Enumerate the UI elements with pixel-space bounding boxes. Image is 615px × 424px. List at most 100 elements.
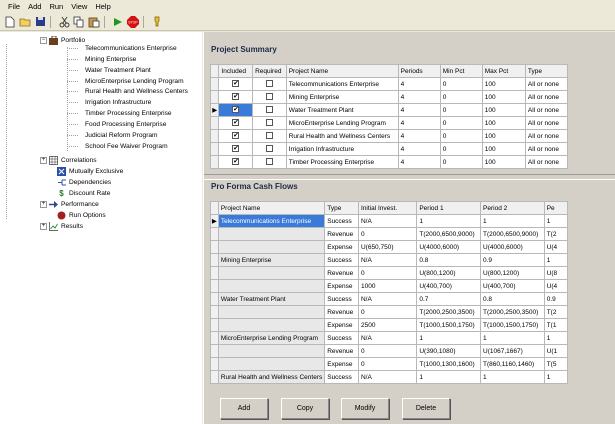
period-1-cell[interactable]: U(800,1200) — [416, 266, 482, 280]
initial-invest-cell[interactable]: 0 — [357, 266, 418, 280]
type-cell[interactable]: Expense — [324, 318, 359, 332]
project-name-cell[interactable]: Mining Enterprise — [217, 253, 326, 267]
menu-run[interactable]: Run — [45, 2, 67, 11]
copy-button[interactable]: Copy — [281, 398, 329, 419]
included-cell[interactable] — [218, 155, 254, 169]
column-header[interactable]: Initial Invest. — [357, 201, 418, 215]
type-cell[interactable]: Success — [324, 253, 359, 267]
period-1-cell[interactable]: T(1000,1500,1750) — [416, 318, 482, 332]
period-1-cell[interactable]: T(1000,1300,1600) — [416, 357, 482, 371]
row-header[interactable] — [210, 305, 219, 319]
included-checkbox[interactable] — [232, 118, 240, 127]
table-row[interactable]: Irrigation Infrastructure40100All or non… — [209, 142, 569, 156]
included-checkbox[interactable] — [232, 79, 240, 88]
add-button[interactable]: Add — [220, 398, 268, 419]
column-header[interactable]: Max Pct — [481, 64, 526, 78]
project-summary-table[interactable]: Included Required Project Name Periods M… — [209, 64, 569, 169]
required-checkbox[interactable] — [265, 145, 273, 153]
type-cell[interactable]: All or none — [524, 116, 569, 130]
period-3-cell[interactable]: 0.9 — [543, 292, 569, 306]
modify-button[interactable]: Modify — [341, 398, 389, 419]
type-cell[interactable]: Expense — [324, 279, 359, 293]
column-header[interactable]: Period 2 — [480, 201, 545, 215]
period-1-cell[interactable]: T(2000,2500,3500) — [416, 305, 482, 319]
required-cell[interactable] — [252, 142, 287, 156]
type-cell[interactable]: Success — [324, 370, 359, 384]
table-row[interactable]: Mining Enterprise Success N/A 0.8 0.9 1 — [210, 253, 569, 267]
expand-icon[interactable]: + — [40, 156, 47, 164]
project-name-cell[interactable] — [217, 305, 326, 319]
type-cell[interactable]: All or none — [524, 90, 569, 104]
type-cell[interactable]: Expense — [324, 240, 359, 254]
max-pct-cell[interactable]: 100 — [481, 116, 526, 130]
max-pct-cell[interactable]: 100 — [481, 77, 526, 91]
tree-project-item[interactable]: MicroEnterprise Lending Program — [85, 76, 184, 86]
period-2-cell[interactable]: T(2000,6500,9000) — [480, 227, 545, 241]
initial-invest-cell[interactable]: N/A — [357, 253, 418, 267]
period-3-cell[interactable]: U(4 — [543, 279, 569, 293]
period-1-cell[interactable]: 1 — [416, 331, 482, 345]
tree-project-item[interactable]: Timber Processing Enterprise — [85, 108, 172, 118]
tree-node-run-options[interactable]: Run Options — [57, 210, 106, 220]
type-cell[interactable]: All or none — [524, 103, 569, 117]
project-name-cell[interactable] — [217, 227, 326, 241]
row-header[interactable] — [210, 227, 219, 241]
periods-cell[interactable]: 4 — [397, 142, 441, 156]
paste-icon[interactable] — [87, 15, 101, 29]
run-icon[interactable] — [111, 15, 125, 29]
required-cell[interactable] — [252, 155, 287, 169]
delete-button[interactable]: Delete — [402, 398, 450, 419]
type-cell[interactable]: All or none — [524, 77, 569, 91]
column-header[interactable]: Type — [324, 201, 359, 215]
period-2-cell[interactable]: 1 — [480, 331, 545, 345]
required-cell[interactable] — [252, 77, 287, 91]
menu-add[interactable]: Add — [24, 2, 45, 11]
type-cell[interactable]: Success — [324, 292, 359, 306]
initial-invest-cell[interactable]: N/A — [357, 292, 418, 306]
period-2-cell[interactable]: 0.9 — [480, 253, 545, 267]
period-2-cell[interactable]: U(800,1200) — [480, 266, 545, 280]
project-name-cell[interactable] — [217, 318, 326, 332]
table-row[interactable]: Water Treatment Plant Success N/A 0.7 0.8 0.9 — [210, 292, 569, 306]
tree-project-item[interactable]: Food Processing Enterprise — [85, 119, 166, 129]
tree-node-correlations[interactable]: + Correlations — [40, 155, 97, 165]
period-3-cell[interactable]: U(8 — [543, 266, 569, 280]
period-3-cell[interactable]: T(2 — [543, 227, 569, 241]
row-header[interactable] — [210, 370, 219, 384]
included-checkbox[interactable] — [232, 131, 240, 140]
tree-node-performance[interactable]: + Performance — [40, 199, 99, 209]
min-pct-cell[interactable]: 0 — [439, 142, 483, 156]
required-checkbox[interactable] — [265, 132, 273, 140]
row-header[interactable] — [210, 279, 219, 293]
periods-cell[interactable]: 4 — [397, 155, 441, 169]
periods-cell[interactable]: 4 — [397, 77, 441, 91]
column-header[interactable]: Project Name — [217, 201, 326, 215]
included-cell[interactable] — [218, 129, 254, 143]
project-name-cell[interactable]: Telecommunications Enterprise — [217, 214, 326, 228]
table-row[interactable]: Expense 0 T(1000,1300,1600) T(860,1160,1460… — [210, 357, 569, 371]
row-header[interactable]: ▶ — [209, 103, 220, 117]
table-row[interactable]: Rural Health and Wellness Centers40100Al… — [209, 129, 569, 143]
period-3-cell[interactable]: 1 — [543, 214, 569, 228]
initial-invest-cell[interactable]: 1000 — [357, 279, 418, 293]
type-cell[interactable]: Revenue — [324, 305, 359, 319]
initial-invest-cell[interactable]: 0 — [357, 344, 418, 358]
project-name-cell[interactable]: Irrigation Infrastructure — [285, 142, 399, 156]
tree-project-item[interactable]: Rural Health and Wellness Centers — [85, 86, 188, 96]
included-cell[interactable] — [218, 77, 254, 91]
column-header[interactable]: Included — [218, 64, 254, 78]
required-checkbox[interactable] — [265, 119, 273, 127]
stop-icon[interactable]: STOP — [126, 15, 140, 29]
row-header[interactable] — [210, 318, 219, 332]
project-name-cell[interactable] — [217, 266, 326, 280]
period-3-cell[interactable]: T(2 — [543, 305, 569, 319]
cut-icon[interactable] — [57, 15, 71, 29]
row-header[interactable] — [209, 90, 220, 104]
tree-project-item[interactable]: Water Treatment Plant — [85, 65, 151, 75]
included-cell[interactable] — [218, 90, 254, 104]
project-name-cell[interactable] — [217, 344, 326, 358]
period-1-cell[interactable]: 0.8 — [416, 253, 482, 267]
tree-node-portfolio[interactable]: − Portfolio — [40, 35, 85, 45]
expand-icon[interactable]: + — [40, 200, 47, 208]
tree-node-mutually-exclusive[interactable]: Mutually Exclusive — [57, 166, 123, 176]
